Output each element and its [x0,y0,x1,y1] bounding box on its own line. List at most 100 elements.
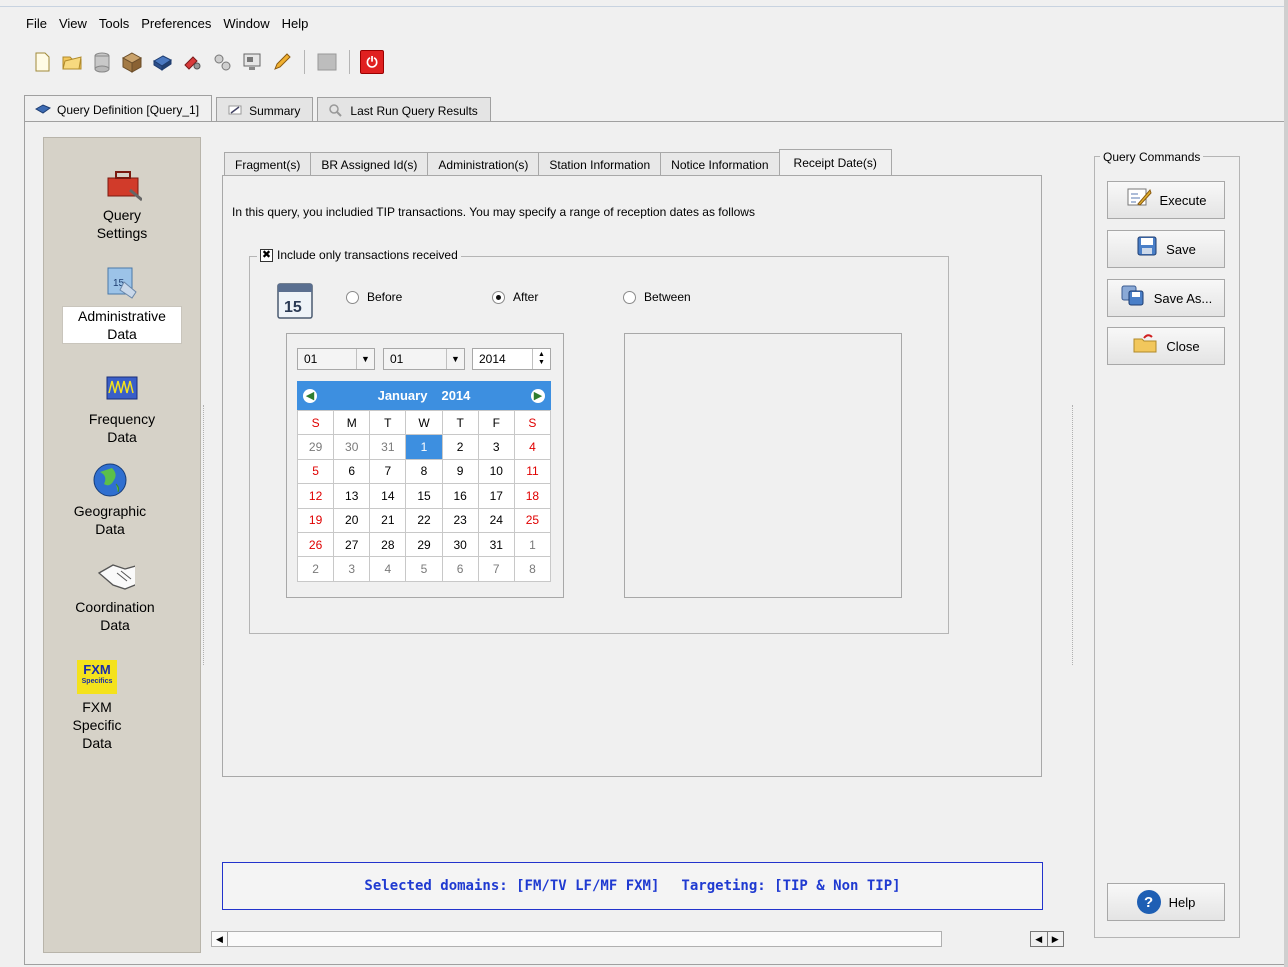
calendar-day[interactable]: 15 [405,483,443,509]
include-transactions-checkbox[interactable]: ✖ [260,248,273,262]
radio-between[interactable]: Between [623,290,691,304]
menu-tools[interactable]: Tools [93,14,135,36]
save-button[interactable]: Save [1107,230,1225,268]
radio-after[interactable]: After [492,290,538,304]
close-button[interactable]: Close [1107,327,1225,365]
nav-administrative-data[interactable]: 15 Administrative Data [62,264,182,344]
printer-icon[interactable] [150,50,174,74]
next-month-icon[interactable]: ▶ [530,388,545,403]
menu-help[interactable]: Help [276,14,315,36]
radio-button[interactable] [623,290,636,304]
chevron-down-icon[interactable]: ▼ [356,349,374,369]
settings-icon[interactable] [210,50,234,74]
calendar-day[interactable]: 26 [296,531,335,558]
nav-query-settings[interactable]: Query Settings [62,164,182,242]
month-combo[interactable]: 01 ▼ [297,348,375,370]
calendar-day[interactable]: 22 [405,507,443,533]
calendar-day[interactable]: 29 [405,531,443,558]
tab-receipt-dates[interactable]: Receipt Date(s) [778,149,892,176]
calendar-day[interactable]: 30 [441,531,479,558]
chevron-down-icon[interactable]: ▼ [446,349,464,369]
menu-file[interactable]: File [20,14,53,36]
calendar-day[interactable]: 31 [369,434,407,460]
calendar-day[interactable]: 14 [369,483,407,509]
calendar-day[interactable]: 4 [513,434,552,460]
tab-administrations[interactable]: Administration(s) [427,152,540,176]
calendar-day[interactable]: 21 [369,507,407,533]
calendar-day[interactable]: 1 [405,434,443,460]
spin-arrows-icon[interactable]: ▲ ▼ [532,349,550,369]
database-icon[interactable] [90,50,114,74]
calendar-day[interactable]: 20 [333,507,371,533]
tab-summary[interactable]: Summary [216,97,314,121]
calendar-day[interactable]: 10 [477,458,515,485]
pencil-icon[interactable] [270,50,294,74]
right-splitter[interactable] [1072,405,1076,665]
calendar-day[interactable]: 8 [405,458,443,485]
radio-button[interactable] [346,290,359,304]
calendar-day[interactable]: 31 [477,531,515,558]
calendar-day[interactable]: 24 [477,507,515,533]
calendar-month[interactable]: January [378,388,428,403]
horizontal-scrollbar[interactable]: ◀ [211,931,942,947]
nav-geographic-data[interactable]: Geographic Data [50,460,170,538]
calendar-day[interactable]: 8 [513,556,552,582]
calendar-day[interactable]: 3 [333,556,371,582]
package-icon[interactable] [120,50,144,74]
calendar-day[interactable]: 7 [369,458,407,485]
calendar-day[interactable]: 1 [513,531,552,558]
tools-icon[interactable] [180,50,204,74]
tab-query-definition[interactable]: Query Definition [Query_1] [24,95,213,121]
calendar-day[interactable]: 12 [296,483,335,509]
calendar-day[interactable]: 29 [296,434,335,460]
calendar-day[interactable]: 9 [441,458,479,485]
calendar-day[interactable]: 6 [333,458,371,485]
calendar-day[interactable]: 18 [513,483,552,509]
nav-coordination-data[interactable]: Coordination Data [55,556,175,634]
calendar-day[interactable]: 5 [405,556,443,582]
calendar-day[interactable]: 5 [296,458,335,485]
scroll-left-icon[interactable]: ◀ [1031,932,1048,946]
tab-last-run-results[interactable]: Last Run Query Results [317,97,491,121]
day-combo[interactable]: 01 ▼ [383,348,465,370]
tab-notice-information[interactable]: Notice Information [660,152,780,176]
monitor-icon[interactable] [240,50,264,74]
calendar-day[interactable]: 6 [441,556,479,582]
tab-fragments[interactable]: Fragment(s) [224,152,312,176]
menu-view[interactable]: View [53,14,93,36]
calendar-day[interactable]: 17 [477,483,515,509]
calendar-day[interactable]: 2 [441,434,479,460]
calendar-day[interactable]: 28 [369,531,407,558]
calendar-day[interactable]: 23 [441,507,479,533]
previous-month-icon[interactable]: ◀ [303,388,317,403]
calendar-day[interactable]: 13 [333,483,371,509]
open-folder-icon[interactable] [60,50,84,74]
help-button[interactable]: ? Help [1107,883,1225,921]
scroll-right-icon[interactable]: ▶ [1048,932,1064,946]
nav-frequency-data[interactable]: Frequency Data [62,368,182,446]
save-as-button[interactable]: Save As... [1107,279,1225,317]
radio-before[interactable]: Before [346,290,402,304]
tab-station-information[interactable]: Station Information [538,152,662,176]
power-icon[interactable]: ⏻ [360,50,384,74]
radio-button[interactable] [492,290,505,304]
calendar-day[interactable]: 3 [477,434,515,460]
execute-button[interactable]: Execute [1107,181,1225,219]
calendar-day[interactable]: 11 [513,458,552,485]
tab-br-assigned-ids[interactable]: BR Assigned Id(s) [310,152,429,176]
calendar-day[interactable]: 19 [296,507,335,533]
calendar-day[interactable]: 25 [513,507,552,533]
year-spinbox[interactable]: 2014 ▲ ▼ [472,348,551,370]
calendar-day[interactable]: 4 [369,556,407,582]
calendar-day[interactable]: 7 [477,556,515,582]
calendar-year[interactable]: 2014 [441,388,470,403]
calendar-day[interactable]: 27 [333,531,371,558]
menu-window[interactable]: Window [217,14,275,36]
calendar-day[interactable]: 16 [441,483,479,509]
nav-fxm-specific-data[interactable]: FXM Specifics FXM Specific Data [37,660,157,752]
scroll-left-icon[interactable]: ◀ [212,932,228,946]
menu-preferences[interactable]: Preferences [135,14,217,36]
left-splitter[interactable] [203,405,207,665]
new-file-icon[interactable] [30,50,54,74]
calendar-day[interactable]: 30 [333,434,371,460]
